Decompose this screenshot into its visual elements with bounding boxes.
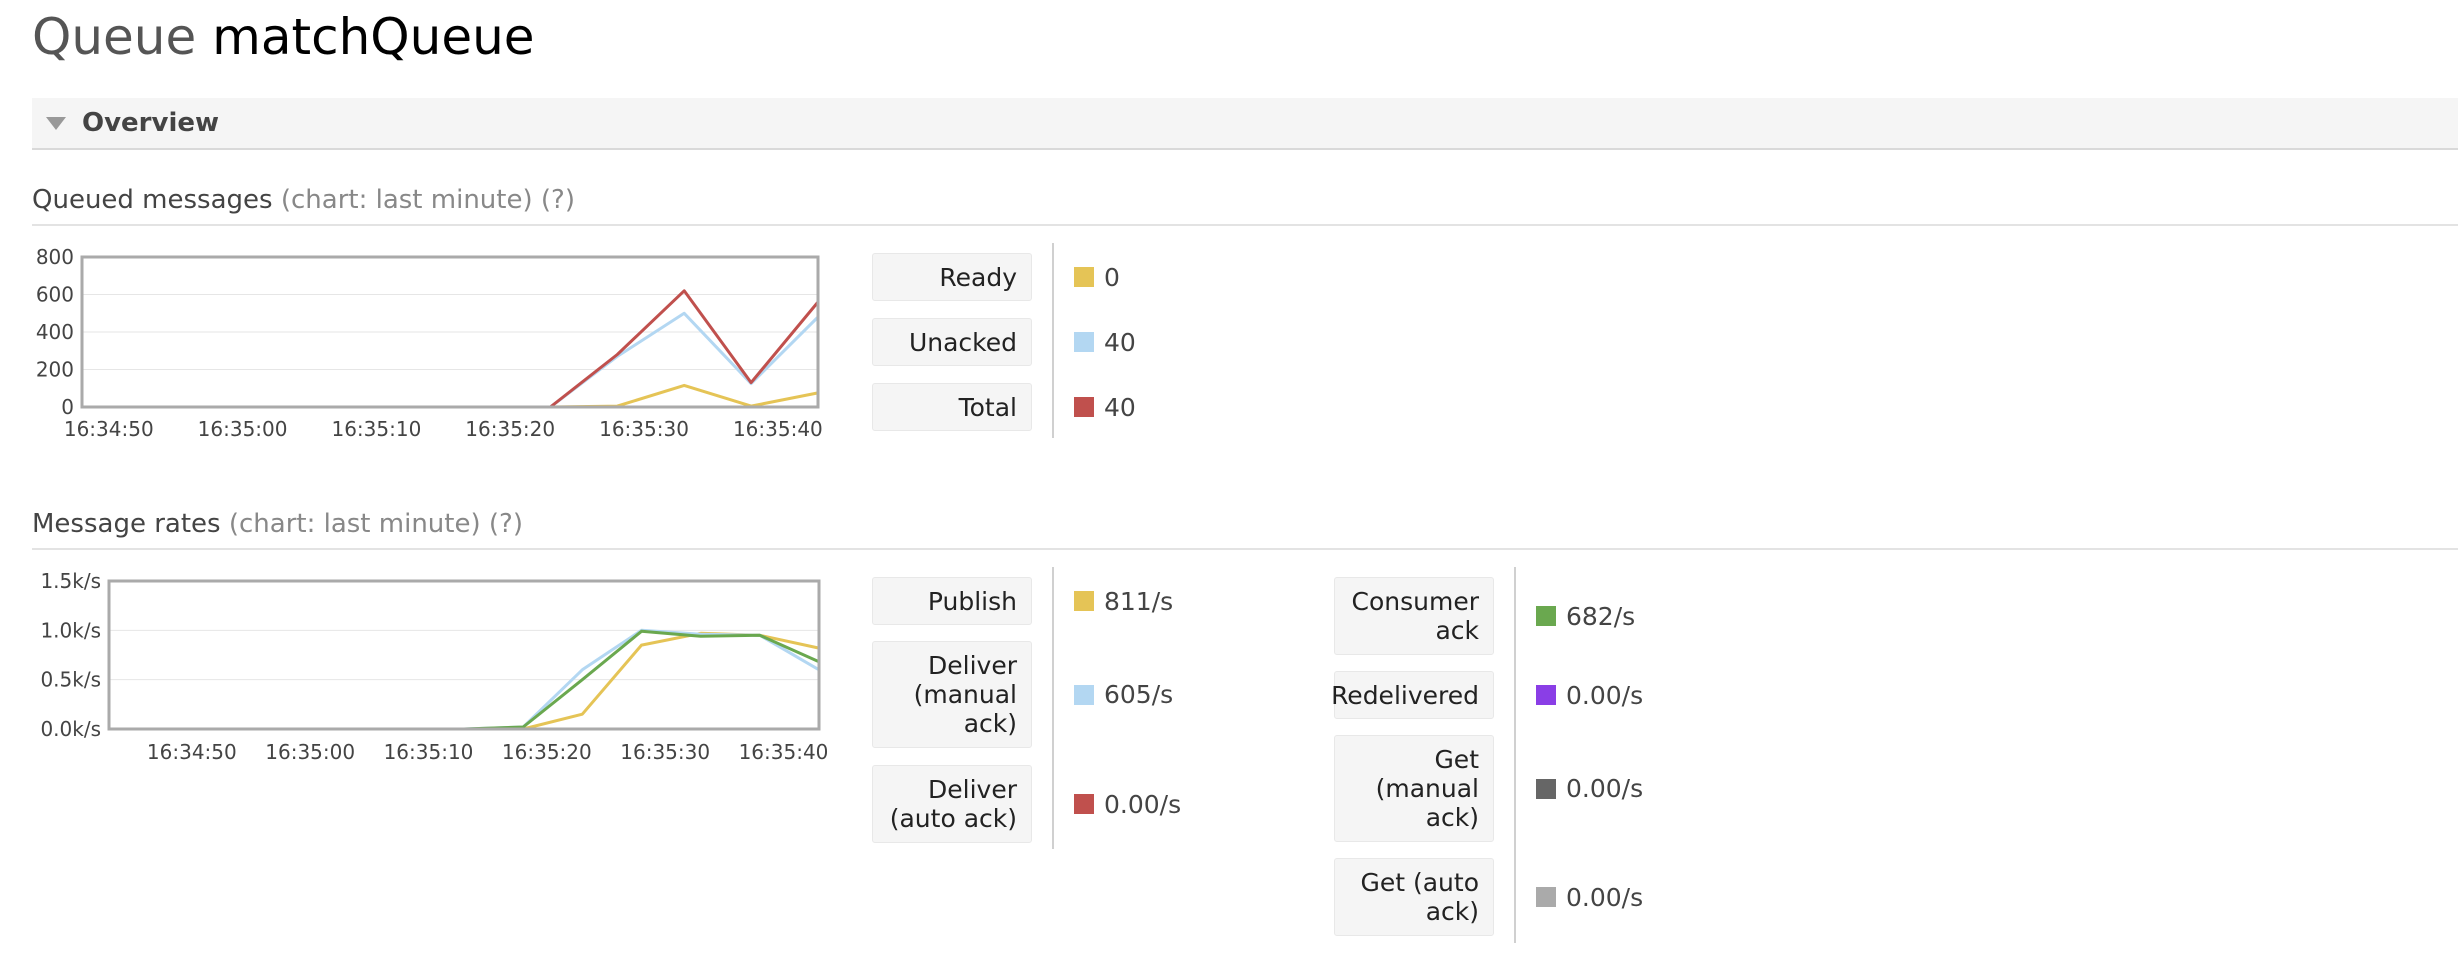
y-tick-label: 1.5k/s (40, 569, 101, 593)
overview-label: Overview (82, 108, 220, 138)
message-rates-chart: 0.0k/s 0.5k/s 1.0k/s 1.5k/s 16:34:50 16:35:00… (40, 569, 829, 764)
queued-heading-sub[interactable]: (chart: last minute) (?) (281, 185, 575, 215)
stat-label-get-manual-ack: Get (manual ack) (1334, 735, 1494, 842)
stat-value-text: 0.00/s (1566, 680, 1644, 710)
stat-value-text: 40 (1104, 327, 1136, 357)
legend-swatch (1536, 685, 1556, 705)
stat-label-text: Publish (927, 586, 1017, 616)
stat-value-text: 0.00/s (1566, 882, 1644, 912)
stat-label-text: Deliver (auto ack) (889, 775, 1017, 833)
rates-heading-text: Message rates (32, 509, 221, 539)
chart-frame (107, 579, 821, 731)
legend-swatch (1074, 332, 1094, 352)
stat-label-text: Consumer ack (1351, 587, 1479, 645)
y-tick-label: 0 (61, 395, 74, 419)
x-tick-label: 16:35:40 (733, 417, 823, 441)
legend-swatch (1074, 684, 1094, 705)
stat-value-text: 40 (1104, 392, 1136, 422)
x-tick-label: 16:35:30 (620, 740, 710, 764)
stat-value-text: 605/s (1104, 680, 1174, 709)
x-tick-label: 16:35:00 (198, 417, 288, 441)
legend-swatch (1536, 778, 1556, 799)
x-tick-label: 16:35:40 (739, 740, 829, 764)
legend-swatch (1074, 794, 1094, 814)
queued-messages-chart: 0 200 400 600 800 16:34:50 16:35:00 16:35:10 16:… (36, 245, 823, 441)
stat-value-get-manual-ack: 0.00/s (1536, 735, 1643, 842)
stat-label-text: Unacked (908, 327, 1017, 357)
stat-label-text: Deliver (manual ack) (913, 651, 1017, 738)
stat-value-deliver-auto-ack: 0.00/s (1074, 765, 1181, 843)
stat-label-text: Redelivered (1331, 680, 1479, 710)
stat-value-text: 0 (1104, 262, 1120, 292)
stat-value-total: 40 (1074, 383, 1136, 431)
stat-label-publish: Publish (872, 577, 1032, 625)
series-line-0 (82, 383, 819, 409)
overview-section-toggle[interactable]: Overview (32, 98, 2458, 150)
x-tick-label: 16:34:50 (147, 740, 237, 764)
stat-value-text: 811/s (1104, 586, 1174, 616)
y-tick-label: 0.5k/s (40, 668, 101, 692)
stat-value-deliver-manual-ack: 605/s (1074, 641, 1173, 748)
legend-swatch (1074, 267, 1094, 287)
stat-value-publish: 811/s (1074, 577, 1173, 625)
y-tick-label: 200 (36, 358, 74, 382)
stat-label-text: Total (958, 392, 1017, 422)
title-prefix: Queue (32, 8, 197, 66)
stat-label-deliver-auto-ack: Deliver (auto ack) (872, 765, 1032, 843)
stat-value-text: 0.00/s (1104, 789, 1182, 819)
legend-swatch (1536, 606, 1556, 626)
series-line-2 (82, 289, 820, 409)
stat-label-consumer-ack: Consumer ack (1334, 577, 1494, 655)
legend-swatch (1074, 591, 1094, 611)
stats-divider (1052, 567, 1054, 849)
y-tick-label: 0.0k/s (40, 717, 101, 741)
stat-label-total: Total (872, 383, 1032, 431)
x-tick-label: 16:34:50 (64, 417, 154, 441)
stat-label-text: Get (manual ack) (1375, 745, 1479, 832)
stat-value-text: 682/s (1566, 601, 1636, 631)
stat-label-text: Get (auto ack) (1360, 868, 1479, 926)
x-tick-label: 16:35:20 (465, 417, 555, 441)
stat-value-text: 0.00/s (1566, 774, 1644, 803)
stat-value-unacked: 40 (1074, 318, 1136, 366)
stat-label-ready: Ready (872, 253, 1032, 301)
stat-label-unacked: Unacked (872, 318, 1032, 366)
x-tick-label: 16:35:30 (599, 417, 689, 441)
stat-value-get-auto-ack: 0.00/s (1536, 858, 1643, 936)
x-tick-label: 16:35:10 (384, 740, 474, 764)
stat-label-deliver-manual-ack: Deliver (manual ack) (872, 641, 1032, 748)
series-line-0 (109, 631, 820, 731)
rates-heading-sub[interactable]: (chart: last minute) (?) (229, 509, 523, 539)
stat-value-consumer-ack: 682/s (1536, 577, 1635, 655)
stat-label-redelivered: Redelivered (1331, 671, 1494, 719)
x-tick-label: 16:35:10 (331, 417, 421, 441)
legend-swatch (1536, 887, 1556, 907)
y-tick-label: 1.0k/s (40, 618, 101, 642)
stats-divider (1514, 567, 1516, 943)
stat-value-redelivered: 0.00/s (1536, 671, 1643, 719)
y-tick-label: 400 (36, 320, 74, 344)
page-title: Queue matchQueue (32, 2, 535, 72)
queued-heading-text: Queued messages (32, 185, 273, 215)
legend-swatch (1074, 397, 1094, 417)
queue-name: matchQueue (212, 8, 535, 66)
message-rates-heading: Message rates (chart: last minute) (?) (32, 504, 2458, 550)
stats-divider (1052, 243, 1054, 438)
stat-label-get-auto-ack: Get (auto ack) (1334, 858, 1494, 936)
y-tick-label: 800 (36, 245, 74, 269)
caret-down-icon (46, 117, 66, 130)
x-tick-label: 16:35:00 (265, 740, 355, 764)
stat-value-ready: 0 (1074, 253, 1120, 301)
y-tick-label: 600 (36, 283, 74, 307)
queued-messages-heading: Queued messages (chart: last minute) (?) (32, 180, 2458, 226)
stat-label-text: Ready (939, 262, 1017, 292)
x-tick-label: 16:35:20 (502, 740, 592, 764)
